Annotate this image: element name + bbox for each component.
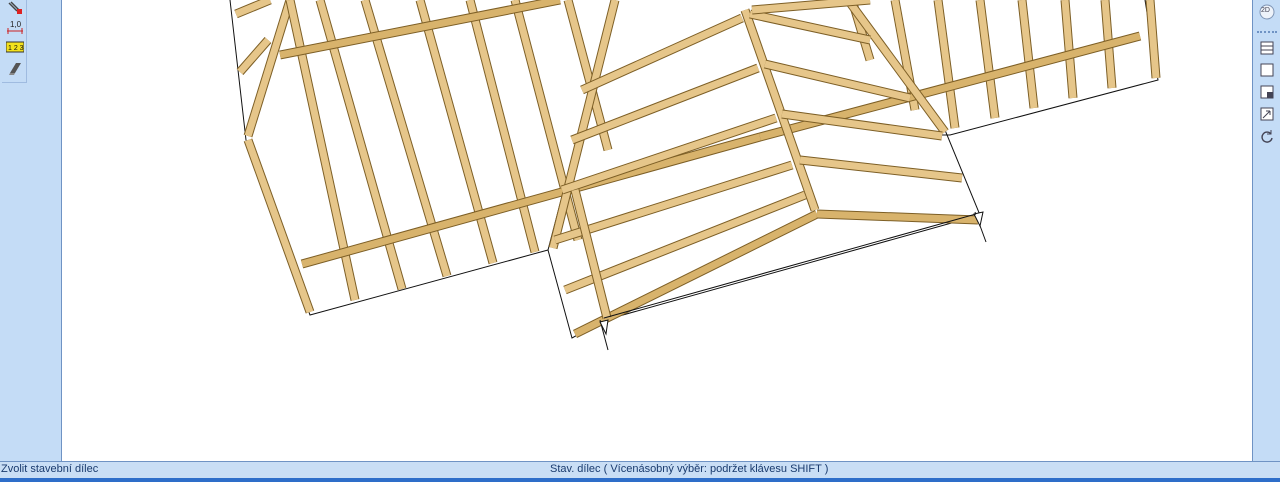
right-toolbar: 2D [1252,0,1280,461]
left-toolbar: 1,0 1 2 3 [0,0,62,461]
view-2d-label: 2D [1261,7,1270,14]
beam-profile-icon[interactable] [6,60,24,76]
window-bottom-edge [0,478,1280,482]
drawing-canvas[interactable]: .beam { stroke:#e6c68a; stroke-width:7; … [62,0,1252,461]
layers-icon[interactable] [1259,40,1275,56]
frame-icon[interactable] [1259,62,1275,78]
status-prompt: Zvolit stavební dílec [1,463,99,475]
front-hip-section[interactable] [547,0,987,351]
left-toolbar-group: 1,0 1 2 3 [2,0,27,83]
cut-tool-icon[interactable] [6,0,24,16]
rotate-icon[interactable] [1259,128,1275,144]
dimension-label: 1,0 [10,20,22,29]
window-icon[interactable] [1259,84,1275,100]
zoom-fit-icon[interactable] [1259,106,1275,122]
numbering-icon[interactable]: 1 2 3 [6,39,24,55]
status-bar: Zvolit stavební dílec Stav. dílec ( Více… [0,461,1280,478]
view-2d-toggle[interactable]: 2D [1259,4,1275,20]
dimension-icon[interactable]: 1,0 [6,19,24,35]
status-hint: Stav. dílec ( Vícenásobný výběr: podržet… [550,463,829,475]
numbering-label: 1 2 3 [8,45,24,52]
toolbar-separator [1257,31,1277,33]
